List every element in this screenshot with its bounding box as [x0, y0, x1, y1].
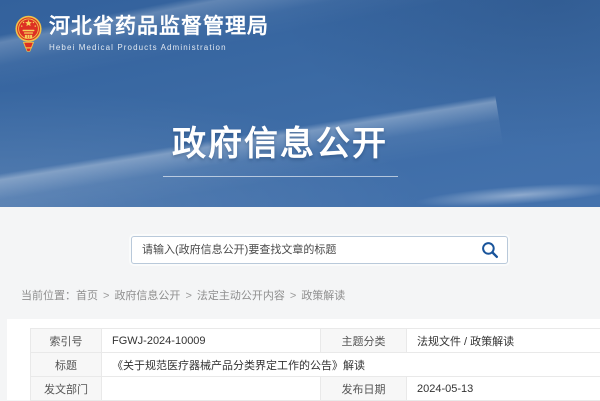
field-label-issuing-department: 发文部门 [31, 377, 102, 401]
field-value-topic-category: 法规文件 / 政策解读 [407, 329, 600, 353]
breadcrumb-gov-info[interactable]: 政府信息公开 [114, 290, 180, 302]
banner-title-underline [163, 176, 398, 177]
field-label-index-number: 索引号 [31, 329, 102, 353]
page-banner-title: 政府信息公开 [0, 116, 560, 165]
search-input[interactable] [132, 237, 473, 263]
document-info-table: 索引号 FGWJ-2024-10009 主题分类 法规文件 / 政策解读 标题 … [30, 328, 600, 401]
site-title-block: 河北省药品监督管理局 Hebei Medical Products Admini… [49, 15, 269, 52]
table-row: 索引号 FGWJ-2024-10009 主题分类 法规文件 / 政策解读 [31, 329, 600, 353]
breadcrumb: 当前位置：首页 > 政府信息公开 > 法定主动公开内容 > 政策解读 [21, 287, 345, 303]
banner-title-wrap: 政府信息公开 [0, 116, 560, 177]
breadcrumb-separator: > [103, 290, 109, 302]
search-button[interactable] [473, 237, 507, 263]
national-emblem-icon [15, 15, 42, 57]
site-title-english: Hebei Medical Products Administration [49, 43, 269, 52]
breadcrumb-separator: > [185, 290, 191, 302]
field-label-topic-category: 主题分类 [321, 329, 407, 353]
field-value-index-number: FGWJ-2024-10009 [102, 329, 321, 353]
field-label-title: 标题 [31, 353, 102, 377]
search-box [131, 236, 508, 264]
breadcrumb-policy-interpretation[interactable]: 政策解读 [301, 290, 345, 302]
content-panel: 索引号 FGWJ-2024-10009 主题分类 法规文件 / 政策解读 标题 … [7, 319, 600, 400]
field-value-publish-date: 2024-05-13 [407, 377, 600, 401]
table-row: 标题 《关于规范医疗器械产品分类界定工作的公告》解读 [31, 353, 600, 377]
site-logo[interactable]: 河北省药品监督管理局 Hebei Medical Products Admini… [15, 15, 269, 57]
hero-banner: 河北省药品监督管理局 Hebei Medical Products Admini… [0, 0, 600, 207]
site-title: 河北省药品监督管理局 [49, 15, 269, 39]
table-row: 发文部门 发布日期 2024-05-13 [31, 377, 600, 401]
breadcrumb-statutory-disclosure[interactable]: 法定主动公开内容 [197, 290, 285, 302]
search-icon [481, 241, 499, 259]
field-value-title: 《关于规范医疗器械产品分类界定工作的公告》解读 [102, 353, 600, 377]
breadcrumb-home[interactable]: 首页 [76, 290, 98, 302]
field-value-issuing-department [102, 377, 321, 401]
breadcrumb-separator: > [290, 290, 296, 302]
field-label-publish-date: 发布日期 [321, 377, 407, 401]
breadcrumb-label: 当前位置： [21, 290, 76, 302]
